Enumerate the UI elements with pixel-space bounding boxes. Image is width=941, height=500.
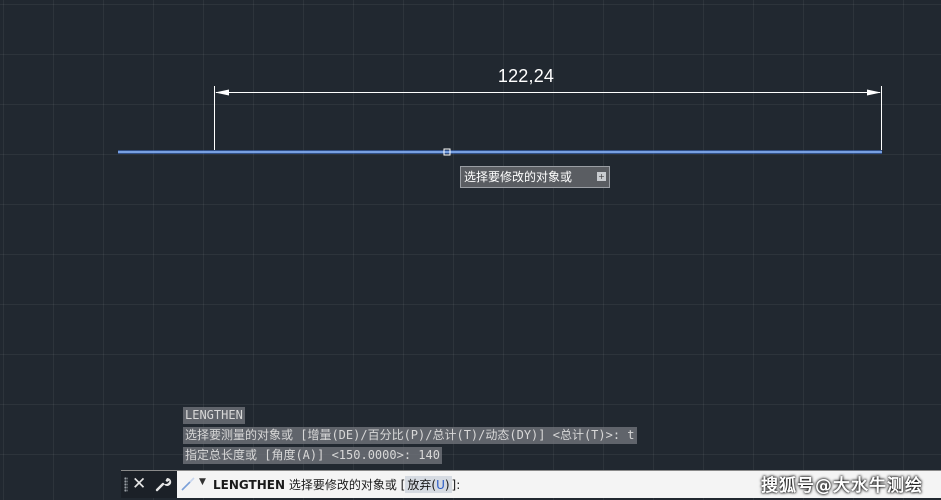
bracket-close: ]:	[451, 478, 461, 492]
history-line: 选择要测量的对象或 [增量(DE)/百分比(P)/总计(T)/动态(DY)] <…	[183, 427, 637, 444]
drag-grip-icon[interactable]	[124, 477, 128, 492]
caret-down-icon[interactable]: ▼	[199, 477, 206, 487]
lengthen-icon	[181, 477, 195, 491]
option-paren-close: )	[444, 478, 450, 492]
watermark: 搜狐号@大水牛测绘	[761, 476, 923, 496]
plus-icon: +	[597, 172, 606, 181]
option-undo-label: 放弃	[407, 478, 432, 492]
option-undo[interactable]: 放弃(U)	[405, 476, 452, 493]
command-prompt: 选择要修改的对象或	[288, 478, 397, 492]
dimension-value: 122,24	[497, 66, 555, 86]
history-line: LENGTHEN	[183, 407, 245, 424]
command-history: LENGTHEN 选择要测量的对象或 [增量(DE)/百分比(P)/总计(T)/…	[183, 407, 637, 467]
history-line: 指定总长度或 [角度(A)] <150.0000>: 140	[183, 447, 442, 464]
command-line-handle[interactable]: ✕	[121, 471, 177, 498]
command-input[interactable]: LENGTHEN 选择要修改的对象或 [放弃(U)]:	[213, 476, 460, 493]
cursor-tooltip: 选择要修改的对象或 +	[460, 166, 610, 188]
dimension-arrow-right	[867, 89, 881, 96]
tooltip-text: 选择要修改的对象或	[464, 170, 573, 184]
command-name: LENGTHEN	[213, 478, 285, 492]
wrench-icon[interactable]	[154, 475, 172, 493]
option-undo-key: U	[436, 478, 445, 492]
close-icon[interactable]: ✕	[132, 474, 146, 494]
dimension-arrow-left	[215, 89, 229, 96]
